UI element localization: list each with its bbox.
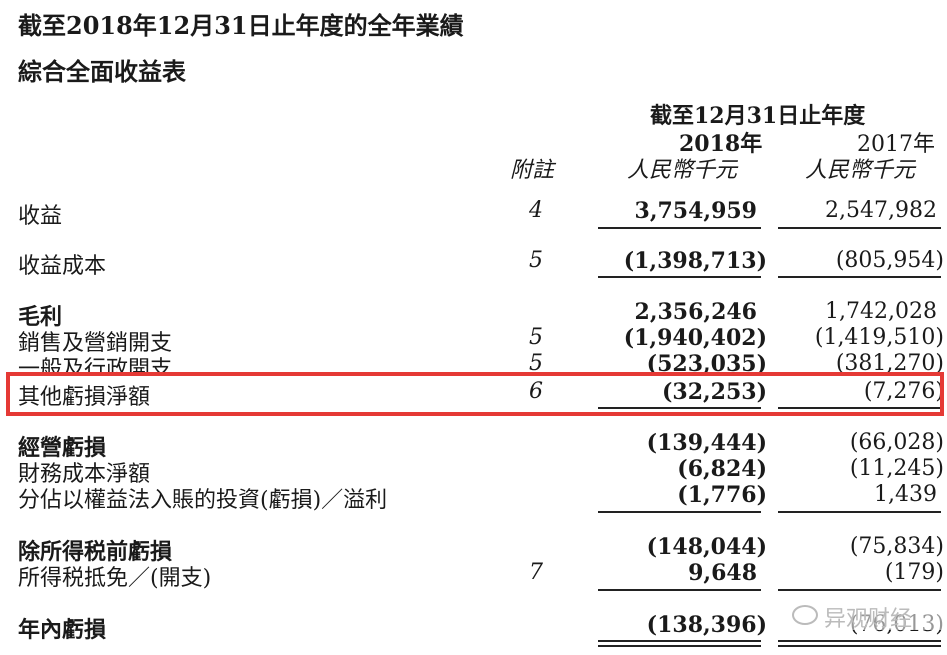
document-title: 截至2018年12月31日止年度的全年業績 xyxy=(18,11,464,40)
double-underline-2018-top xyxy=(598,640,761,642)
row-2018-operating-loss: (139,444) xyxy=(646,430,767,456)
underline-2018-tax xyxy=(598,589,761,591)
double-underline-2018-bottom xyxy=(598,645,761,647)
unit-2018-header: 人民幣千元 xyxy=(627,158,738,183)
row-note-revenue: 4 xyxy=(529,198,543,223)
row-label-cost-of-revenue: 收益成本 xyxy=(18,254,107,279)
underline-2018-equity xyxy=(598,511,761,513)
row-2018-revenue: 3,754,959 xyxy=(634,198,757,224)
row-2018-loss-for-year: (138,396) xyxy=(646,612,767,638)
underline-2018-revenue xyxy=(598,227,761,229)
row-label-loss-for-year: 年內虧損 xyxy=(18,617,107,643)
highlight-box xyxy=(6,372,944,416)
underline-2017-tax xyxy=(778,589,941,591)
wechat-icon xyxy=(792,605,818,625)
underline-2017-equity xyxy=(778,511,941,513)
row-2017-selling-expenses: (1,419,510) xyxy=(814,325,944,350)
row-label-equity-investments: 分佔以權益法入賬的投資(虧損)／溢利 xyxy=(18,488,388,513)
row-2018-equity-investments: (1,776) xyxy=(677,482,767,508)
row-2018-gross-profit: 2,356,246 xyxy=(634,299,757,325)
row-2017-equity-investments: 1,439 xyxy=(874,482,937,507)
row-2017-gross-profit: 1,742,028 xyxy=(825,299,937,324)
row-note-cost-of-revenue: 5 xyxy=(529,248,543,273)
statement-title: 綜合全面收益表 xyxy=(18,57,186,86)
row-2017-finance-cost: (11,245) xyxy=(849,456,944,481)
row-2017-revenue: 2,547,982 xyxy=(825,198,937,223)
row-note-selling-expenses: 5 xyxy=(529,325,543,350)
row-2018-pretax-loss: (148,044) xyxy=(646,534,767,560)
row-2018-cost-of-revenue: (1,398,713) xyxy=(623,248,767,274)
underline-2017-cost xyxy=(778,276,941,278)
double-underline-2017-top xyxy=(778,640,941,642)
row-2017-pretax-loss: (75,834) xyxy=(849,534,944,559)
row-2017-cost-of-revenue: (805,954) xyxy=(835,248,944,273)
underline-2018-cost xyxy=(598,276,761,278)
row-2018-income-tax: 9,648 xyxy=(688,560,757,586)
row-2018-finance-cost: (6,824) xyxy=(677,456,767,482)
double-underline-2017-bottom xyxy=(778,645,941,647)
underline-2017-revenue xyxy=(778,227,941,229)
row-label-revenue: 收益 xyxy=(18,204,63,229)
row-2018-selling-expenses: (1,940,402) xyxy=(623,325,767,351)
row-label-income-tax: 所得税抵免／(開支) xyxy=(18,566,212,591)
row-note-income-tax: 7 xyxy=(529,560,543,585)
note-header: 附註 xyxy=(510,158,555,183)
watermark-text: 异观财经 xyxy=(824,607,913,632)
unit-2017-header: 人民幣千元 xyxy=(805,158,916,183)
row-2017-operating-loss: (66,028) xyxy=(849,430,944,455)
row-2017-income-tax: (179) xyxy=(884,560,944,585)
